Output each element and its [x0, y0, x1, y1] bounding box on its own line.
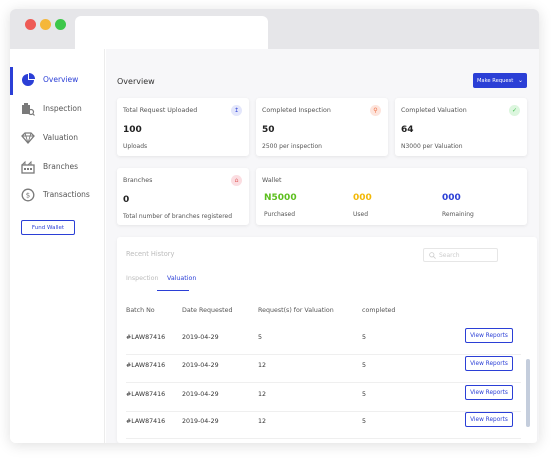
scrollbar-thumb[interactable] — [526, 359, 530, 427]
card-value: 64 — [401, 125, 414, 135]
batch-no: #LAW87416 — [126, 418, 166, 425]
upload-icon: ↥ — [231, 105, 242, 116]
wallet-remaining-value: 000 — [442, 193, 461, 203]
search-placeholder: Search — [439, 252, 460, 259]
date-requested: 2019-04-29 — [182, 391, 219, 398]
completed-count: 5 — [362, 362, 367, 369]
batch-no: #LAW87416 — [126, 362, 166, 369]
main-content: Overview Make Request ⌄ Total Request Up… — [106, 49, 539, 443]
minimize-window-button[interactable] — [40, 19, 51, 30]
card-title: Branches — [123, 177, 153, 184]
requests-count: 12 — [258, 362, 267, 369]
diamond-icon — [21, 132, 35, 144]
completed-count: 5 — [362, 391, 367, 398]
browser-tab[interactable] — [75, 16, 268, 49]
sidebar-item-label: Overview — [43, 75, 79, 84]
svg-text:$: $ — [26, 192, 30, 200]
tab-valuation[interactable]: Valuation — [167, 275, 196, 282]
card-subtitle: N3000 per Valuation — [401, 143, 463, 150]
card-subtitle: 2500 per inspection — [262, 143, 322, 150]
maximize-window-button[interactable] — [55, 19, 66, 30]
card-value: 100 — [123, 125, 142, 135]
dollar-circle-icon: $ — [21, 188, 35, 202]
view-reports-button[interactable]: View Reports — [465, 328, 513, 343]
active-tab-underline — [157, 290, 189, 291]
browser-window: Overview Inspection Valuation Branches $… — [10, 9, 539, 443]
sidebar-item-label: Transactions — [43, 190, 90, 199]
card-title: Completed Valuation — [401, 107, 467, 114]
search-circle-icon: ⚲ — [370, 105, 381, 116]
requests-count: 12 — [258, 391, 267, 398]
building-icon — [21, 160, 35, 174]
card-subtitle: Total number of branches registered — [123, 213, 233, 220]
batch-no: #LAW87416 — [126, 391, 166, 398]
sidebar-item-overview[interactable]: Overview — [10, 67, 105, 95]
completed-inspection-card: Completed Inspection ⚲ 50 2500 per inspe… — [256, 98, 388, 156]
batch-no: #LAW87416 — [126, 334, 166, 341]
completed-count: 5 — [362, 418, 367, 425]
column-header: Batch No — [126, 307, 155, 314]
card-value: 0 — [123, 195, 130, 205]
wallet-used-value: 000 — [353, 193, 372, 203]
sidebar-item-branches[interactable]: Branches — [10, 157, 105, 179]
card-value: 50 — [262, 125, 275, 135]
search-input[interactable]: Search — [423, 248, 498, 262]
sidebar-item-label: Branches — [43, 162, 78, 171]
table-row: #LAW87416 2019-04-29 12 5 View Reports — [126, 355, 521, 383]
chevron-down-icon: ⌄ — [518, 77, 524, 84]
branches-card: Branches ⌂ 0 Total number of branches re… — [117, 168, 249, 225]
sidebar-item-valuation[interactable]: Valuation — [10, 128, 105, 150]
recent-history-panel: Recent History Search Inspection Valuati… — [117, 237, 537, 443]
wallet-purchased-value: N5000 — [264, 193, 297, 203]
sidebar-item-inspection[interactable]: Inspection — [10, 99, 105, 121]
date-requested: 2019-04-29 — [182, 362, 219, 369]
search-icon — [429, 252, 436, 259]
close-window-button[interactable] — [25, 19, 36, 30]
fund-wallet-button[interactable]: Fund Wallet — [21, 220, 75, 235]
pie-chart-icon — [22, 73, 35, 86]
card-title: Total Request Uploaded — [123, 107, 198, 114]
sidebar-item-label: Valuation — [43, 133, 78, 142]
wallet-remaining-label: Remaining — [442, 211, 474, 218]
recent-history-title: Recent History — [126, 250, 175, 258]
view-reports-button[interactable]: View Reports — [465, 356, 513, 371]
column-header: Date Requested — [182, 307, 233, 314]
wallet-used-label: Used — [353, 211, 369, 218]
date-requested: 2019-04-29 — [182, 334, 219, 341]
wallet-card: Wallet N5000 Purchased 000 Used 000 Rema… — [256, 168, 527, 225]
view-reports-button[interactable]: View Reports — [465, 412, 513, 427]
date-requested: 2019-04-29 — [182, 418, 219, 425]
tab-inspection[interactable]: Inspection — [126, 275, 159, 282]
make-request-button[interactable]: Make Request ⌄ — [473, 73, 527, 88]
sidebar-item-label: Inspection — [43, 104, 82, 113]
title-bar — [10, 9, 539, 49]
sidebar-item-transactions[interactable]: $ Transactions — [10, 185, 105, 207]
table-row: #LAW87416 2019-04-29 12 5 View Reports — [126, 411, 521, 439]
view-reports-button[interactable]: View Reports — [465, 385, 513, 400]
table-row: #LAW87416 2019-04-29 5 5 View Reports — [126, 327, 521, 355]
total-request-card: Total Request Uploaded ↥ 100 Uploads — [117, 98, 249, 156]
column-header: completed — [362, 307, 396, 314]
requests-count: 12 — [258, 418, 267, 425]
table-row: #LAW87416 2019-04-29 12 5 View Reports — [126, 384, 521, 412]
card-title: Wallet — [262, 177, 282, 184]
page-title: Overview — [117, 77, 155, 86]
sidebar: Overview Inspection Valuation Branches $… — [10, 49, 105, 443]
inspection-icon — [22, 103, 35, 116]
check-circle-icon: ✓ — [509, 105, 520, 116]
requests-count: 5 — [258, 334, 263, 341]
card-title: Completed Inspection — [262, 107, 331, 114]
column-header: Request(s) for Valuation — [258, 307, 334, 314]
wallet-purchased-label: Purchased — [264, 211, 296, 218]
make-request-label: Make Request — [476, 78, 514, 84]
completed-valuation-card: Completed Valuation ✓ 64 N3000 per Valua… — [395, 98, 527, 156]
card-subtitle: Uploads — [123, 143, 148, 150]
home-icon: ⌂ — [231, 175, 242, 186]
completed-count: 5 — [362, 334, 367, 341]
